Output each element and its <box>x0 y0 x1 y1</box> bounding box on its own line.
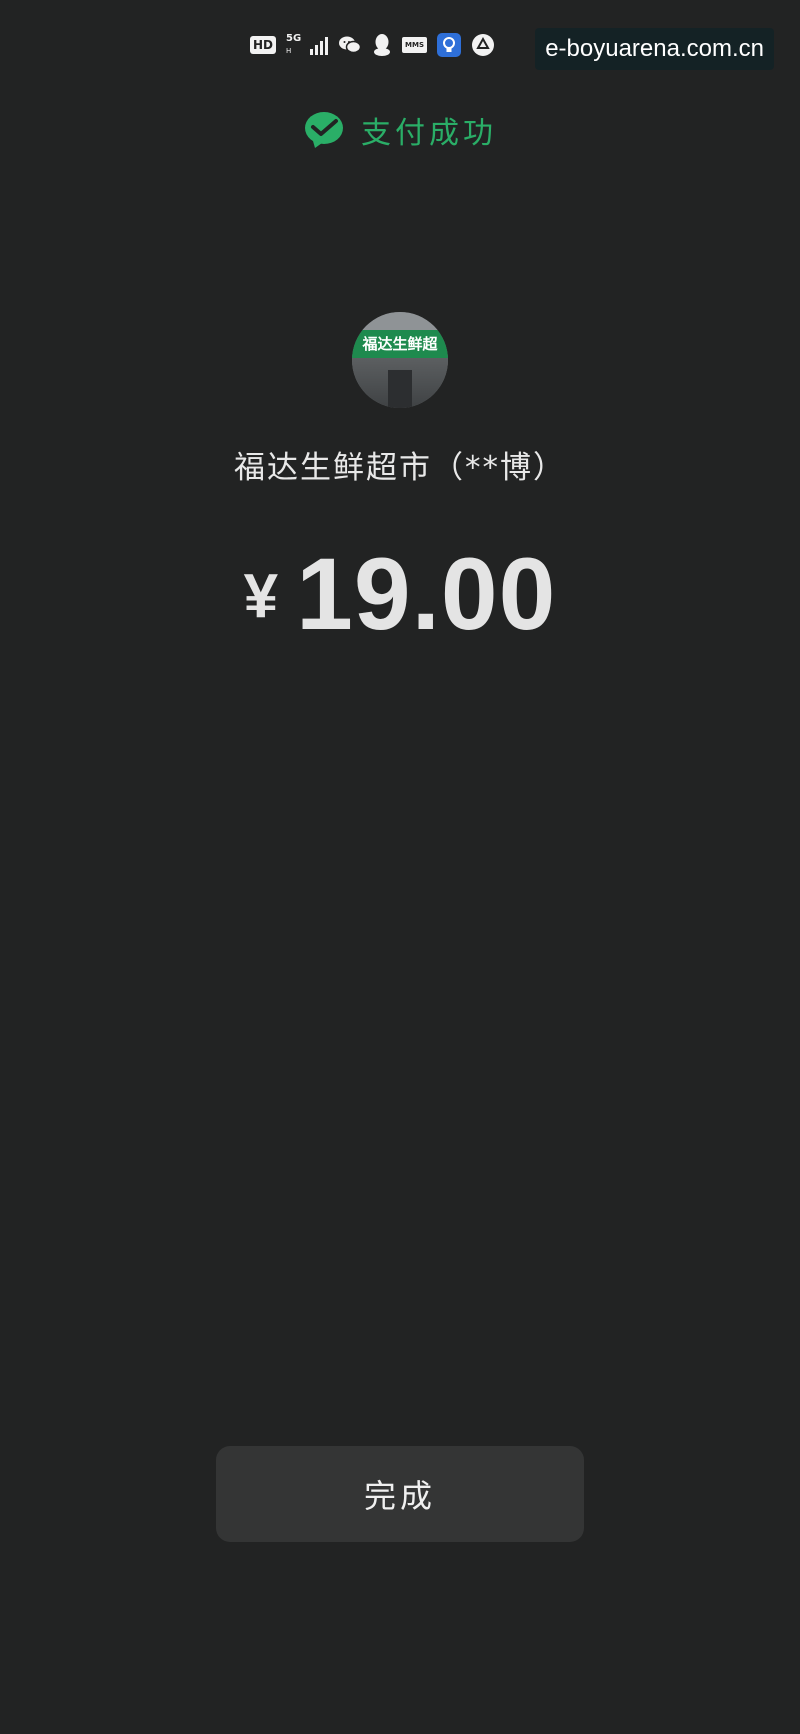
done-button[interactable]: 完成 <box>216 1446 584 1542</box>
avatar-sign-text: 福达生鲜超 <box>352 330 448 358</box>
mms-icon: MMS <box>402 37 427 53</box>
5g-signal-icon: 5G H <box>286 33 302 56</box>
status-bar: HD 5G H MMS e-boyuarena.com.cn <box>0 0 800 90</box>
merchant-name: 福达生鲜超市（**博） <box>234 450 566 486</box>
hd-icon: HD <box>250 36 277 54</box>
signal-bars-icon <box>310 35 329 55</box>
status-icons: HD 5G H MMS <box>250 32 495 58</box>
wechat-pay-check-icon <box>305 112 343 148</box>
wechat-icon <box>339 36 362 54</box>
payment-header: 支付成功 <box>0 108 800 152</box>
payment-amount: ¥ 19.00 <box>0 536 800 653</box>
watermark: e-boyuarena.com.cn <box>535 28 774 70</box>
payment-success-title: 支付成功 <box>361 116 497 151</box>
qq-icon <box>374 34 391 56</box>
merchant-avatar: 福达生鲜超 <box>352 312 448 408</box>
app-circle-icon <box>472 34 494 56</box>
bulb-app-icon <box>437 33 461 57</box>
amount-value: 19.00 <box>296 537 557 651</box>
currency-symbol: ¥ <box>243 562 279 631</box>
